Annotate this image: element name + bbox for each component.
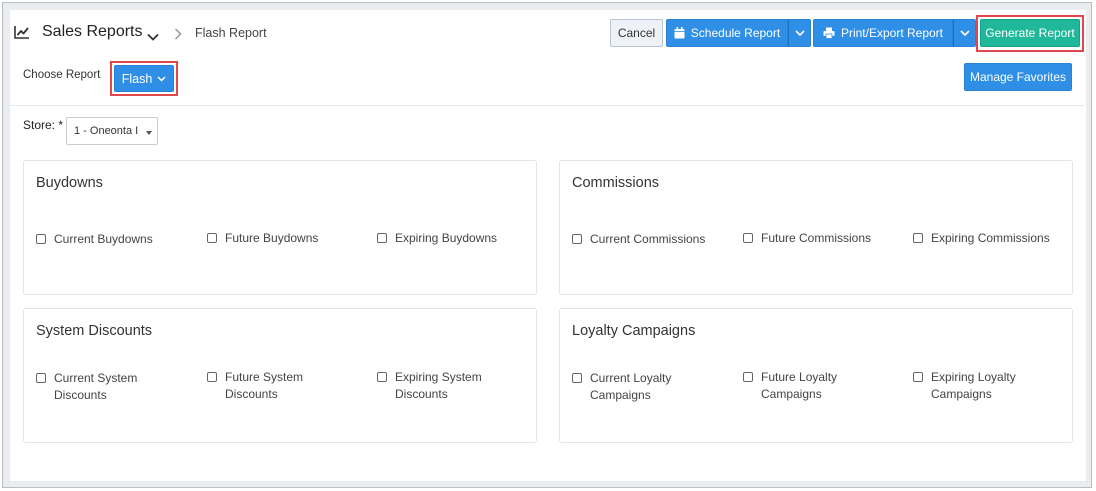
page-title[interactable]: Sales Reports [42, 23, 143, 41]
generate-report-label: Generate Report [985, 26, 1075, 40]
panel-commissions: Commissions Current Commissions Future C… [559, 160, 1073, 295]
chevron-down-icon[interactable] [147, 28, 159, 46]
schedule-report-dropdown[interactable] [788, 19, 811, 47]
report-type-dropdown[interactable]: Flash [114, 65, 174, 92]
current-system-discounts-option[interactable]: Current System Discounts [36, 370, 186, 404]
breadcrumb: Flash Report [195, 26, 267, 40]
chart-line-icon [14, 25, 30, 44]
panel-title: Buydowns [36, 175, 103, 191]
future-loyalty-campaigns-option[interactable]: Future Loyalty Campaigns [743, 369, 893, 403]
future-buydowns-option[interactable]: Future Buydowns [207, 230, 357, 247]
option-label: Future System Discounts [225, 370, 304, 401]
expiring-system-discounts-option[interactable]: Expiring System Discounts [377, 369, 527, 403]
panel-title: System Discounts [36, 323, 153, 339]
divider [10, 105, 1084, 106]
current-buydowns-option[interactable]: Current Buydowns [36, 231, 186, 248]
store-label: Store: * [23, 118, 64, 132]
checkbox[interactable] [377, 233, 387, 243]
choose-report-label: Choose Report [23, 69, 101, 81]
manage-favorites-button[interactable]: Manage Favorites [964, 63, 1072, 91]
expiring-loyalty-campaigns-option[interactable]: Expiring Loyalty Campaigns [913, 369, 1063, 403]
checkbox[interactable] [377, 372, 387, 382]
checkbox[interactable] [36, 234, 46, 244]
current-loyalty-campaigns-option[interactable]: Current Loyalty Campaigns [572, 370, 722, 404]
option-label: Expiring System Discounts [395, 370, 482, 401]
future-system-discounts-option[interactable]: Future System Discounts [207, 369, 357, 403]
checkbox[interactable] [743, 372, 753, 382]
report-content: Choose Report Flash Manage Favorites Sto… [10, 57, 1086, 481]
checkbox[interactable] [207, 372, 217, 382]
option-label: Current Buydowns [54, 232, 153, 246]
panel-buydowns: Buydowns Current Buydowns Future Buydown… [23, 160, 537, 295]
report-type-value: Flash [121, 71, 153, 86]
print-export-report-label: Print/Export Report [840, 26, 944, 40]
schedule-report-label: Schedule Report [690, 26, 781, 40]
chevron-down-icon [959, 26, 970, 40]
option-label: Current System Discounts [54, 371, 138, 402]
cancel-button[interactable]: Cancel [610, 19, 663, 47]
print-export-dropdown[interactable] [953, 19, 976, 47]
checkbox[interactable] [913, 372, 923, 382]
expiring-commissions-option[interactable]: Expiring Commissions [913, 230, 1063, 247]
current-commissions-option[interactable]: Current Commissions [572, 231, 722, 248]
printer-icon [823, 27, 835, 39]
checkbox[interactable] [572, 234, 582, 244]
chevron-down-icon [157, 75, 166, 82]
future-commissions-option[interactable]: Future Commissions [743, 230, 893, 247]
checkbox[interactable] [913, 233, 923, 243]
option-label: Current Commissions [590, 232, 706, 246]
print-export-report-button[interactable]: Print/Export Report [813, 19, 953, 47]
manage-favorites-label: Manage Favorites [969, 70, 1067, 84]
cancel-label: Cancel [617, 26, 656, 40]
panel-title: Loyalty Campaigns [572, 323, 696, 339]
store-select-value: 1 - Oneonta I [74, 125, 139, 137]
option-label: Expiring Buydowns [395, 231, 498, 245]
option-label: Current Loyalty Campaigns [590, 371, 672, 402]
panel-loyalty-campaigns: Loyalty Campaigns Current Loyalty Campai… [559, 308, 1073, 443]
panel-system-discounts: System Discounts Current System Discount… [23, 308, 537, 443]
option-label: Future Loyalty Campaigns [761, 370, 838, 401]
chevron-right-icon [174, 27, 182, 45]
page-header: Sales Reports Flash Report Cancel Schedu… [10, 10, 1086, 57]
generate-report-button[interactable]: Generate Report [980, 19, 1080, 47]
option-label: Expiring Loyalty Campaigns [931, 370, 1016, 401]
schedule-report-button[interactable]: Schedule Report [666, 19, 788, 47]
option-label: Future Buydowns [225, 231, 319, 245]
caret-down-icon [146, 127, 152, 139]
store-select[interactable]: 1 - Oneonta I [66, 117, 158, 145]
calendar-icon [674, 27, 685, 39]
checkbox[interactable] [207, 233, 217, 243]
chevron-down-icon [794, 26, 805, 40]
checkbox[interactable] [36, 373, 46, 383]
option-label: Expiring Commissions [931, 231, 1050, 245]
expiring-buydowns-option[interactable]: Expiring Buydowns [377, 230, 527, 247]
checkbox[interactable] [743, 233, 753, 243]
option-label: Future Commissions [761, 231, 872, 245]
panel-title: Commissions [572, 175, 660, 191]
checkbox[interactable] [572, 373, 582, 383]
